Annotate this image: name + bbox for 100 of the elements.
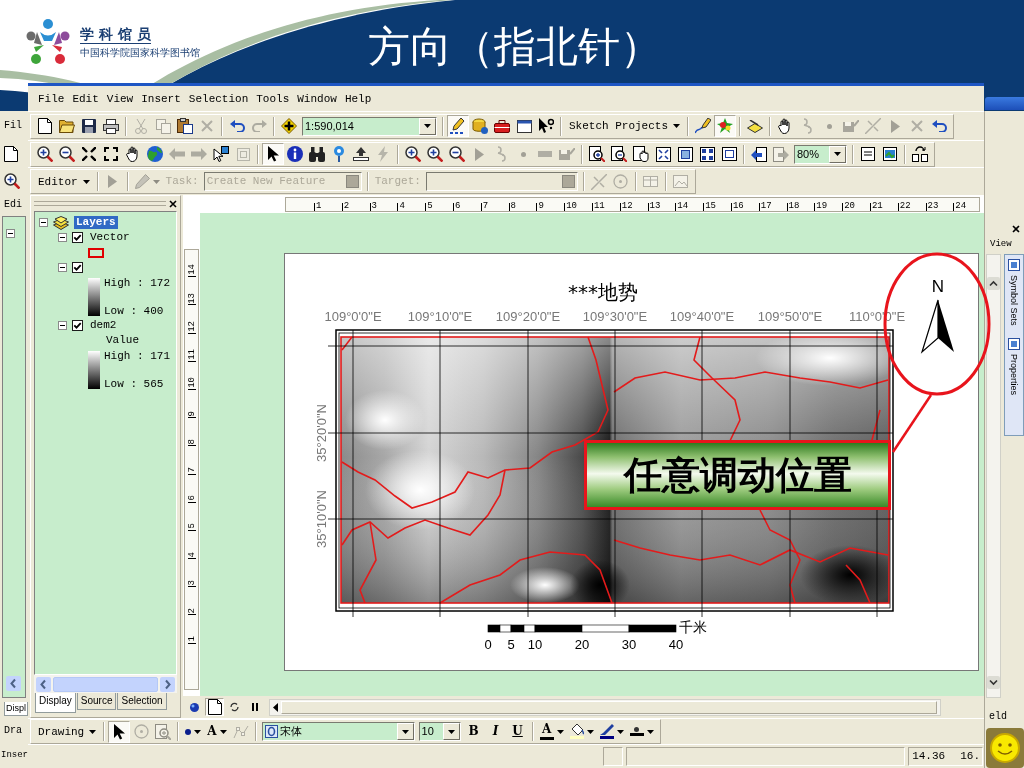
ruler-number: 9	[538, 200, 544, 211]
panel-tab[interactable]: Display	[35, 693, 76, 713]
field-label: Task:	[164, 174, 200, 190]
menu-button[interactable]: Drawing	[34, 723, 101, 740]
horizontal-scrollbar[interactable]	[34, 675, 177, 693]
dropdown-button[interactable]	[396, 723, 414, 740]
checkbox[interactable]	[72, 232, 83, 243]
logo-title: 学 科 馆 员	[80, 25, 151, 44]
menu-item[interactable]: Help	[340, 90, 376, 107]
panel-tab[interactable]: Source	[76, 693, 117, 710]
dropdown-button[interactable]	[442, 723, 460, 740]
menu-item[interactable]: File	[34, 90, 69, 107]
vertical-tab[interactable]: Properties	[1008, 337, 1020, 395]
menu-item[interactable]: View	[102, 90, 138, 107]
legend-label: Low : 565	[104, 377, 165, 390]
copy-icon	[155, 118, 171, 134]
checkbox[interactable]	[72, 262, 83, 273]
toolbar-button[interactable]	[424, 143, 446, 165]
dropdown-button[interactable]	[829, 145, 846, 163]
dropdown-field[interactable]: 1:590,014	[302, 116, 437, 136]
layer-name[interactable]: Vector	[88, 231, 132, 244]
text-tool-button[interactable]: A	[204, 720, 230, 743]
toolbar-button[interactable]	[56, 143, 78, 165]
toolbar-button[interactable]	[586, 143, 608, 165]
tab-label[interactable]: View	[989, 237, 1012, 251]
menu-button[interactable]: Sketch Projects	[565, 118, 685, 134]
toolbar-button[interactable]	[402, 143, 424, 165]
panel-tab[interactable]: Selection	[117, 693, 167, 710]
collapse-icon[interactable]	[58, 233, 67, 242]
scrollbar-thumb[interactable]	[53, 676, 158, 692]
page-icon[interactable]	[4, 145, 18, 162]
legend-heading: Value	[106, 334, 139, 346]
refresh-icon	[229, 702, 240, 712]
panel-tab[interactable]: Displ	[4, 702, 28, 716]
scroll-up-icon[interactable]	[987, 277, 1000, 290]
format-button[interactable]: B	[462, 720, 485, 743]
toolbar-button[interactable]	[108, 720, 131, 743]
diagonal-line-icon	[865, 118, 882, 134]
menu-item[interactable]: Edit	[68, 90, 103, 107]
dropdown-field[interactable]: 10	[418, 722, 461, 741]
toolbar-button[interactable]	[630, 143, 652, 165]
bar-icon	[538, 151, 552, 157]
picture-icon	[883, 147, 897, 161]
collapse-icon[interactable]	[39, 218, 48, 227]
smiley-icon[interactable]	[986, 728, 1024, 768]
ruler-number: 13	[186, 292, 197, 304]
toolbar-button[interactable]	[608, 143, 630, 165]
menu-item[interactable]: Selection	[184, 90, 253, 107]
toolbar-button[interactable]	[909, 143, 931, 165]
close-icon[interactable]	[169, 199, 177, 208]
checkbox[interactable]	[72, 320, 83, 331]
toolbar-button[interactable]	[210, 143, 232, 165]
ruler-number: 17	[760, 200, 772, 211]
collapse-icon[interactable]	[58, 263, 67, 272]
floppy-disk-icon	[559, 148, 575, 160]
toolbar-button[interactable]	[174, 115, 196, 137]
ruler-number: 8	[186, 438, 197, 445]
close-icon[interactable]	[1012, 225, 1020, 233]
scale-label: 0	[484, 637, 492, 652]
menu-item[interactable]: Insert	[137, 90, 185, 107]
color-ramp-icon	[88, 350, 100, 389]
vertical-tab[interactable]: Symbol Sets	[1008, 259, 1020, 326]
menu-button[interactable]: Editor	[34, 173, 94, 190]
zoom-in-icon[interactable]	[4, 173, 20, 189]
dropdown-button[interactable]	[419, 117, 436, 135]
square-icon	[236, 147, 250, 161]
format-button[interactable]: U	[506, 720, 529, 743]
toolbar-button[interactable]	[446, 143, 468, 165]
layer-name[interactable]: dem2	[88, 319, 119, 332]
callout: 任意调动位置	[584, 440, 891, 510]
panel-tab[interactable]: Edi	[4, 197, 22, 212]
view-button[interactable]	[205, 698, 224, 716]
binoculars-icon	[309, 146, 325, 162]
toolbar-button[interactable]	[262, 143, 284, 165]
format-button[interactable]: I	[484, 720, 507, 743]
toolbar-button[interactable]	[34, 143, 56, 165]
star-icon	[717, 118, 734, 134]
layer-name[interactable]: Layers	[74, 216, 118, 229]
menu-item[interactable]: Tools	[252, 90, 294, 107]
legend-label: High : 172	[104, 276, 170, 289]
menu-item[interactable]: Window	[293, 90, 341, 107]
color-dropdown-button[interactable]: A	[536, 720, 567, 743]
toolbar-button[interactable]	[284, 143, 306, 165]
floppy-disk-icon	[843, 120, 860, 132]
collapse-icon[interactable]	[6, 229, 15, 238]
dropdown-field[interactable]: 宋体	[261, 722, 415, 741]
collapse-icon[interactable]	[58, 321, 67, 330]
horizontal-scrollbar[interactable]	[269, 698, 941, 716]
scroll-right-icon[interactable]	[160, 676, 175, 692]
menu-button[interactable]: Dra	[4, 724, 22, 738]
ruler-number: 12	[186, 320, 197, 332]
menu-item[interactable]: Fil	[4, 118, 22, 133]
toolbar-button[interactable]	[447, 115, 469, 137]
toolbar-button[interactable]	[278, 115, 300, 137]
vertical-scrollbar[interactable]	[986, 254, 1001, 698]
legend-label: Low : 400	[104, 304, 165, 317]
scroll-left-icon[interactable]	[273, 702, 278, 712]
scroll-down-icon[interactable]	[987, 676, 1000, 689]
dropdown-field[interactable]: 80%	[794, 144, 847, 164]
toolbox-icon	[494, 119, 510, 133]
